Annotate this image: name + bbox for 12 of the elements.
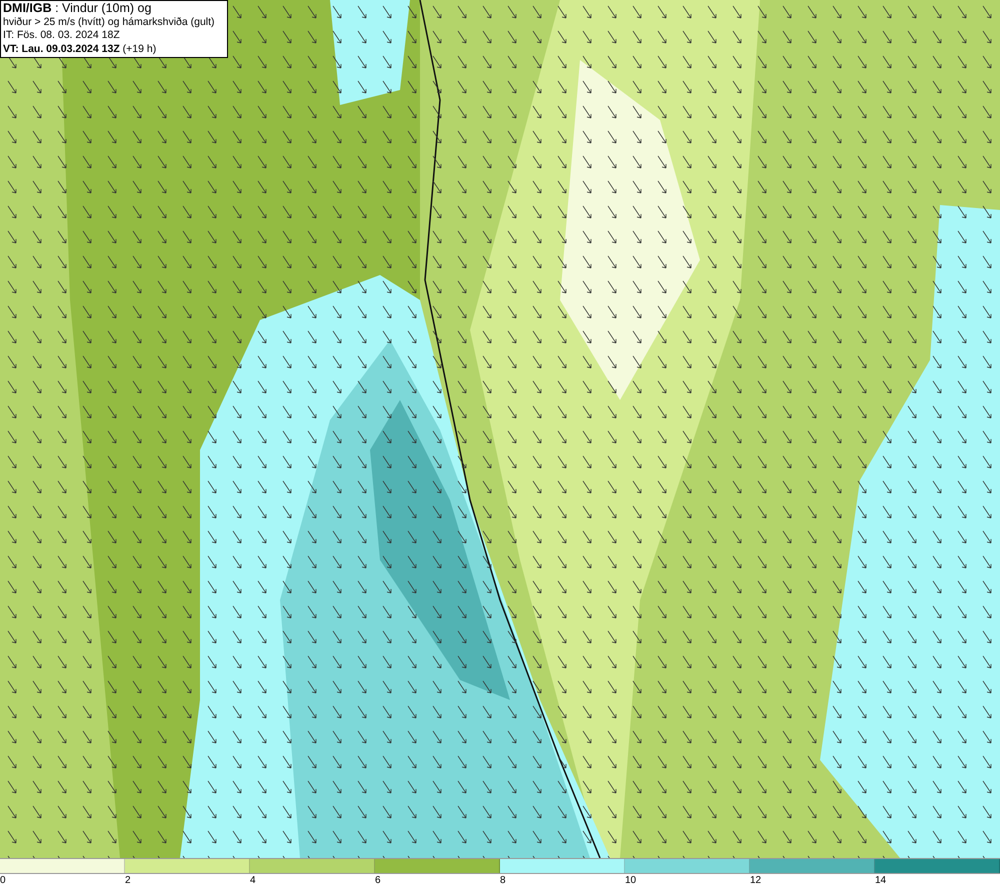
scale-label: 8 bbox=[500, 874, 506, 887]
scale-label: 10 bbox=[625, 874, 636, 887]
scale-label: 4 bbox=[250, 874, 256, 887]
map-title: DMI/IGB : Vindur (10m) og bbox=[3, 2, 152, 16]
scale-label: 2 bbox=[125, 874, 131, 887]
header-text: hviður > 25 m/s (hvítt) og hámarkshviða (gult) bbox=[3, 16, 216, 29]
scale-label: 14 bbox=[875, 874, 886, 887]
header-text: VT: Lau. 09.03.2024 13Z (+19 h) bbox=[3, 42, 158, 56]
scale-label: 6 bbox=[375, 874, 381, 887]
scale-label: 0 bbox=[0, 874, 6, 887]
header-text: IT: Fös. 08. 03. 2024 18Z bbox=[3, 29, 121, 42]
scale-label: 12 bbox=[750, 874, 762, 887]
